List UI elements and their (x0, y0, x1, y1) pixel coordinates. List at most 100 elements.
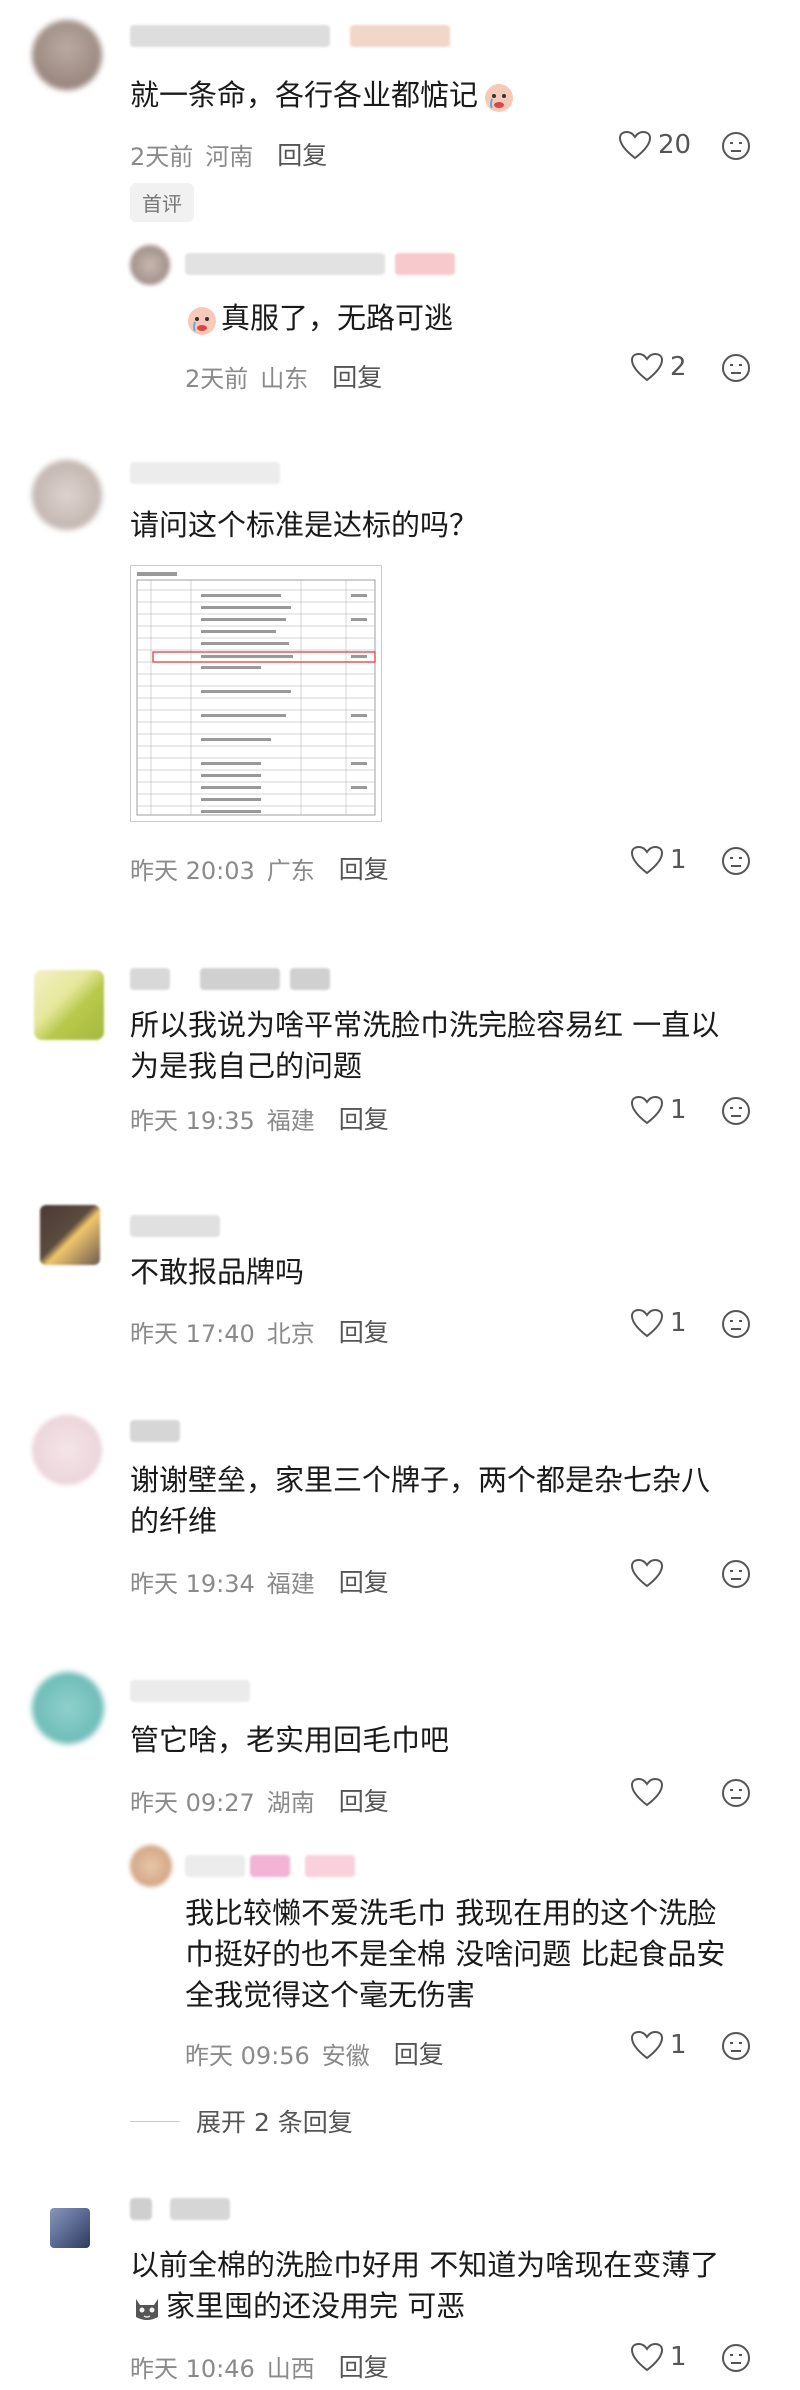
heart-icon (630, 1095, 664, 1125)
reply-button[interactable]: 回复 (339, 1563, 389, 1599)
crying-emoji-icon (482, 80, 516, 114)
username-badge (250, 1855, 290, 1877)
username[interactable] (185, 1855, 245, 1877)
like-count: 1 (670, 2030, 687, 2060)
dislike-button[interactable] (720, 352, 752, 388)
like-button[interactable]: 1 (630, 1095, 687, 1125)
region: 河南 (205, 142, 254, 171)
like-button[interactable]: 1 (630, 2030, 687, 2060)
avatar[interactable] (34, 970, 104, 1040)
comment-meta: 昨天 19:35 福建 回复 (130, 1100, 389, 1136)
username-badge (305, 1855, 355, 1877)
attached-document-image[interactable] (130, 565, 382, 822)
comment-text: 真服了，无路可逃 (185, 298, 453, 339)
region: 山西 (266, 2354, 315, 2383)
comment-text: 管它啥，老实用回毛巾吧 (130, 1723, 450, 1757)
timestamp: 2天前 (130, 142, 194, 171)
dislike-button[interactable] (720, 2342, 752, 2378)
reply-button[interactable]: 回复 (277, 136, 327, 172)
comment-meta: 昨天 17:40 北京 回复 (130, 1313, 389, 1349)
like-count: 1 (670, 845, 687, 875)
comment-meta: 2天前 河南 回复 (130, 136, 327, 172)
timestamp: 2天前 (185, 364, 249, 393)
region: 山东 (260, 364, 309, 393)
avatar[interactable] (130, 245, 170, 285)
heart-icon (630, 352, 664, 382)
like-button[interactable]: 1 (630, 2342, 687, 2372)
reply-button[interactable]: 回复 (332, 358, 382, 394)
divider (130, 2120, 180, 2122)
username[interactable] (170, 2198, 230, 2220)
avatar[interactable] (40, 1205, 100, 1265)
comment-meta: 昨天 09:56 安徽 回复 (185, 2035, 444, 2071)
reply-button[interactable]: 回复 (339, 1313, 389, 1349)
avatar[interactable] (32, 1672, 104, 1744)
username[interactable] (130, 2198, 152, 2220)
heart-icon (630, 2342, 664, 2372)
dislike-button[interactable] (720, 1558, 752, 1594)
avatar[interactable] (32, 1415, 102, 1485)
comment-text: 不敢报品牌吗 (130, 1255, 305, 1289)
dislike-face-icon (722, 1310, 750, 1338)
dislike-face-icon (722, 1560, 750, 1588)
reply-button[interactable]: 回复 (394, 2035, 444, 2071)
like-count: 1 (670, 1095, 687, 1125)
comment-text-line: 家里囤的还没用完 可恶 (166, 2289, 466, 2323)
crying-emoji-icon (185, 303, 219, 337)
timestamp: 昨天 19:34 (130, 1569, 255, 1598)
username[interactable] (290, 968, 330, 990)
username[interactable] (200, 968, 280, 990)
dislike-button[interactable] (720, 1095, 752, 1131)
dislike-face-icon (722, 1779, 750, 1807)
like-button[interactable] (630, 1558, 664, 1588)
reply-button[interactable]: 回复 (339, 850, 389, 886)
cat-emoji-icon (130, 2291, 164, 2325)
region: 北京 (266, 1319, 315, 1348)
comment-meta: 昨天 10:46 山西 回复 (130, 2348, 389, 2384)
like-button[interactable] (630, 1777, 664, 1807)
dislike-face-icon (722, 354, 750, 382)
username[interactable] (130, 25, 330, 47)
avatar[interactable] (50, 2208, 90, 2248)
avatar[interactable] (130, 1845, 172, 1887)
username[interactable] (130, 968, 170, 990)
username[interactable] (130, 462, 280, 484)
dislike-button[interactable] (720, 1308, 752, 1344)
comment-text-line: 所以我说为啥平常洗脸巾洗完脸容易红 一直以 (130, 1008, 720, 1042)
like-button[interactable]: 1 (630, 845, 687, 875)
reply-button[interactable]: 回复 (339, 1782, 389, 1818)
heart-icon (630, 2030, 664, 2060)
comment-text-line: 以前全棉的洗脸巾好用 不知道为啥现在变薄了 (130, 2248, 720, 2282)
username[interactable] (130, 1215, 220, 1237)
username[interactable] (185, 253, 385, 275)
comment-meta: 2天前 山东 回复 (185, 358, 382, 394)
username[interactable] (130, 1420, 180, 1442)
dislike-face-icon (722, 1097, 750, 1125)
comment-text: 就一条命，各行各业都惦记 (130, 75, 516, 116)
reply-button[interactable]: 回复 (339, 1100, 389, 1136)
like-button[interactable]: 20 (618, 130, 691, 160)
region: 福建 (266, 1106, 315, 1135)
dislike-face-icon (722, 2344, 750, 2372)
expand-replies-button[interactable]: 展开 2 条回复 (130, 2103, 353, 2139)
comment-meta: 昨天 19:34 福建 回复 (130, 1563, 389, 1599)
timestamp: 昨天 09:27 (130, 1788, 255, 1817)
dislike-button[interactable] (720, 1777, 752, 1813)
like-button[interactable]: 2 (630, 352, 687, 382)
heart-icon (630, 845, 664, 875)
region: 广东 (266, 856, 315, 885)
dislike-face-icon (722, 847, 750, 875)
avatar[interactable] (32, 460, 102, 530)
region: 湖南 (266, 1788, 315, 1817)
first-comment-badge: 首评 (130, 183, 194, 222)
reply-button[interactable]: 回复 (339, 2348, 389, 2384)
dislike-button[interactable] (720, 2030, 752, 2066)
dislike-button[interactable] (720, 130, 752, 166)
dislike-button[interactable] (720, 845, 752, 881)
comment-text-line: 我比较懒不爱洗毛巾 我现在用的这个洗脸 (185, 1896, 717, 1930)
username[interactable] (130, 1680, 250, 1702)
like-count: 2 (670, 352, 687, 382)
like-count: 1 (670, 1308, 687, 1338)
avatar[interactable] (32, 20, 102, 90)
like-button[interactable]: 1 (630, 1308, 687, 1338)
